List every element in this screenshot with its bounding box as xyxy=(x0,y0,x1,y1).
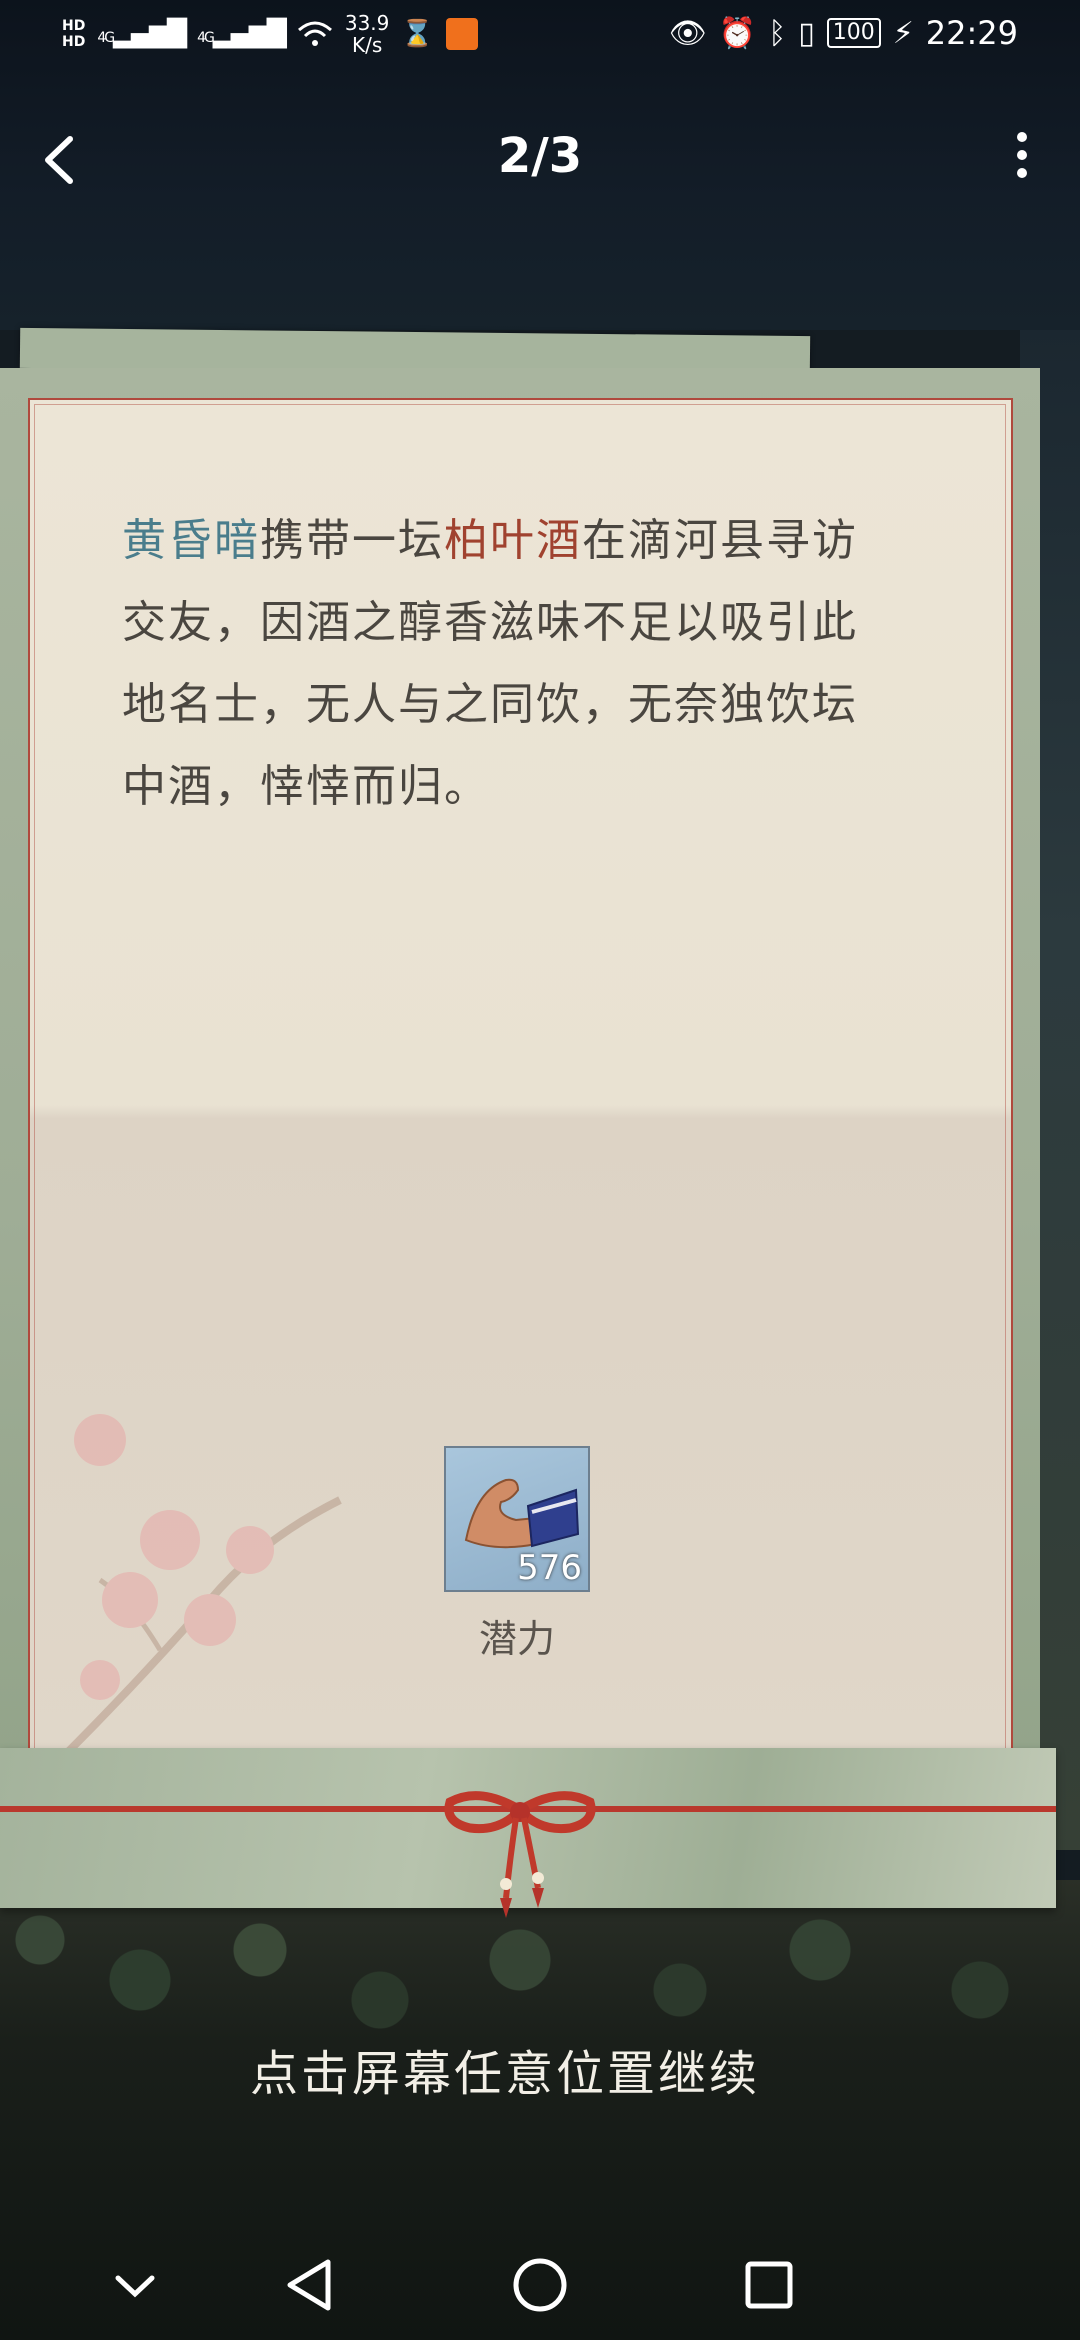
wifi-icon xyxy=(297,21,332,46)
clock: 22:29 xyxy=(925,14,1018,52)
continue-hint[interactable]: 点击屏幕任意位置继续 xyxy=(0,2034,1010,2104)
cherry-blossom-decoration xyxy=(57,1414,342,1760)
system-nav-bar xyxy=(0,2230,1080,2340)
reward-label: 潜力 xyxy=(478,1617,555,1661)
signal-icon: 4G▂▄▆█ xyxy=(97,19,187,49)
nav-recents-button[interactable] xyxy=(734,2250,804,2320)
home-circle-icon xyxy=(513,2258,567,2312)
vibrate-icon: ▯ xyxy=(798,15,815,51)
app-notification-icon xyxy=(445,18,478,50)
hd-indicator: HD HD xyxy=(62,18,86,50)
signal-icon-2: 4G▂▄▆█ xyxy=(197,19,287,49)
charging-icon: ⚡ xyxy=(892,15,914,51)
chevron-down-icon xyxy=(115,2275,155,2298)
recents-square-icon xyxy=(745,2261,793,2309)
reward-item[interactable]: 576 xyxy=(444,1446,590,1592)
more-button[interactable] xyxy=(992,125,1052,195)
back-triangle-icon xyxy=(287,2259,331,2311)
alarm-icon: ⏰ xyxy=(718,15,757,51)
more-vertical-icon xyxy=(1017,132,1027,178)
reward-count: 576 xyxy=(517,1548,582,1588)
page-title: 2/3 xyxy=(497,128,583,184)
eye-icon: 👁 xyxy=(668,15,707,51)
story-segment: 携带一坛 xyxy=(260,515,444,566)
network-speed: 33.9 K/s xyxy=(344,11,390,57)
bluetooth-icon: ᛒ xyxy=(768,15,787,51)
flexed-arm-icon xyxy=(464,1478,580,1549)
item-name: 柏叶酒 xyxy=(444,515,582,566)
hourglass-icon: ⌛ xyxy=(401,19,434,49)
nav-collapse-button[interactable] xyxy=(100,2250,170,2320)
status-bar: HD HD 4G▂▄▆█ 4G▂▄▆█ 33.9 K/s ⌛ 👁 ⏰ ᛒ ▯ 100… xyxy=(0,0,1080,72)
battery-indicator: 100 xyxy=(826,18,881,48)
nav-back-button[interactable] xyxy=(276,2250,346,2320)
nav-home-button[interactable] xyxy=(505,2250,575,2320)
story-text: 黄昏暗携带一坛柏叶酒在滴河县寻访交友，因酒之醇香滋味不足以吸引此地名士，无人与之… xyxy=(122,500,902,828)
red-bow-icon xyxy=(444,1791,596,1918)
character-name: 黄昏暗 xyxy=(122,515,260,566)
